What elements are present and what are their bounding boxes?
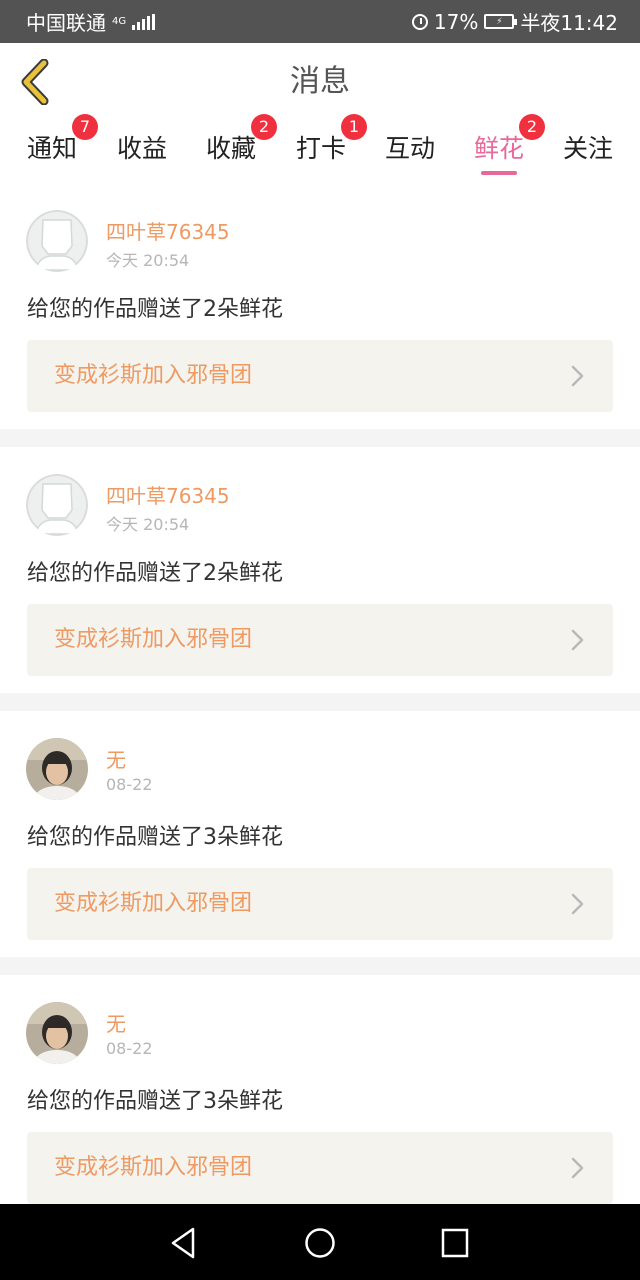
unread-badge: 1: [341, 114, 367, 140]
unread-badge: 2: [251, 114, 277, 140]
network-type: 4G: [112, 15, 127, 27]
message-card: 四叶草76345 今天 20:54 给您的作品赠送了2朵鲜花 变成衫斯加入邪骨团: [0, 183, 640, 429]
photo-avatar-icon[interactable]: [26, 1002, 88, 1064]
work-title: 变成衫斯加入邪骨团: [54, 627, 253, 652]
message-text: 给您的作品赠送了3朵鲜花: [27, 1089, 283, 1114]
system-nav-bar: [0, 1204, 640, 1280]
page-title: 消息: [290, 64, 350, 99]
tab-label: 通知: [26, 134, 77, 163]
work-title: 变成衫斯加入邪骨团: [54, 363, 253, 388]
app-header: 消息: [0, 43, 640, 122]
message-card: 四叶草76345 今天 20:54 给您的作品赠送了2朵鲜花 变成衫斯加入邪骨团: [0, 447, 640, 693]
nav-recents-icon[interactable]: [435, 1224, 475, 1262]
chevron-right-icon: [571, 365, 584, 387]
message-card: 无 08-22 给您的作品赠送了3朵鲜花 变成衫斯加入邪骨团: [0, 975, 640, 1221]
work-link[interactable]: 变成衫斯加入邪骨团: [27, 1132, 613, 1204]
battery-icon: ⚡: [484, 14, 518, 29]
message-card: 无 08-22 给您的作品赠送了3朵鲜花 变成衫斯加入邪骨团: [0, 711, 640, 957]
divider: [0, 429, 640, 447]
message-time: 今天 20:54: [106, 251, 190, 270]
message-time: 今天 20:54: [106, 515, 190, 534]
tab-label: 收益: [116, 134, 167, 163]
default-avatar-icon[interactable]: [26, 210, 88, 272]
chevron-right-icon: [571, 629, 584, 651]
clock: 半夜11:42: [520, 11, 618, 35]
message-list: 四叶草76345 今天 20:54 给您的作品赠送了2朵鲜花 变成衫斯加入邪骨团…: [0, 183, 640, 1221]
sender-name[interactable]: 无: [106, 1008, 126, 1037]
message-text: 给您的作品赠送了2朵鲜花: [27, 297, 283, 322]
chevron-right-icon: [571, 893, 584, 915]
divider: [0, 693, 640, 711]
unread-badge: 7: [72, 114, 98, 140]
work-title: 变成衫斯加入邪骨团: [54, 891, 253, 916]
message-time: 08-22: [106, 775, 153, 794]
sender-name[interactable]: 四叶草76345: [106, 216, 230, 245]
tab-follows[interactable]: 关注: [562, 121, 614, 183]
tab-label: 收藏: [205, 134, 256, 163]
tab-bar: 通知 7 收益 收藏 2 打卡 1 互动 鲜花 2 关注: [0, 114, 640, 183]
tab-notifications[interactable]: 通知 7: [26, 114, 98, 183]
status-bar: 中国联通 4G 17% ⚡ 半夜11:42: [0, 0, 640, 43]
status-left: 中国联通 4G: [26, 7, 156, 36]
nav-back-icon[interactable]: [164, 1224, 204, 1262]
alarm-icon: [411, 13, 428, 30]
tab-label: 互动: [384, 134, 435, 163]
status-right: 17% ⚡ 半夜11:42: [411, 7, 618, 36]
signal-icon: [132, 13, 156, 30]
carrier-name: 中国联通: [26, 11, 106, 35]
sender-name[interactable]: 无: [106, 744, 126, 773]
tab-checkin[interactable]: 打卡 1: [295, 114, 367, 183]
chevron-right-icon: [571, 1157, 584, 1179]
tab-interactions[interactable]: 互动: [384, 121, 436, 183]
message-time: 08-22: [106, 1039, 153, 1058]
nav-home-icon[interactable]: [300, 1224, 340, 1262]
work-link[interactable]: 变成衫斯加入邪骨团: [27, 340, 613, 412]
tab-flowers[interactable]: 鲜花 2: [473, 114, 545, 183]
battery-percent: 17%: [433, 9, 479, 34]
tab-favorites[interactable]: 收藏 2: [205, 114, 277, 183]
photo-avatar-icon[interactable]: [26, 738, 88, 800]
default-avatar-icon[interactable]: [26, 474, 88, 536]
message-text: 给您的作品赠送了3朵鲜花: [27, 825, 283, 850]
tab-earnings[interactable]: 收益: [116, 121, 168, 183]
tab-label: 鲜花: [473, 134, 524, 163]
work-link[interactable]: 变成衫斯加入邪骨团: [27, 868, 613, 940]
tab-underline: [481, 171, 517, 175]
work-link[interactable]: 变成衫斯加入邪骨团: [27, 604, 613, 676]
message-text: 给您的作品赠送了2朵鲜花: [27, 561, 283, 586]
sender-name[interactable]: 四叶草76345: [106, 480, 230, 509]
divider: [0, 957, 640, 975]
tab-label: 关注: [562, 134, 613, 163]
work-title: 变成衫斯加入邪骨团: [54, 1155, 253, 1180]
unread-badge: 2: [519, 114, 545, 140]
tab-label: 打卡: [295, 134, 346, 163]
